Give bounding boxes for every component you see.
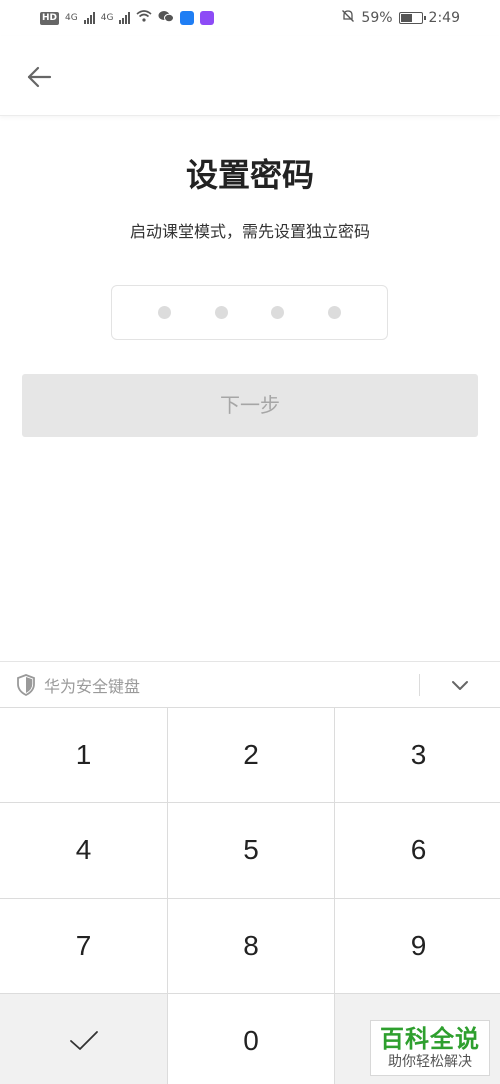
status-bar-left: HD 4G 4G: [40, 10, 215, 27]
toolbar-divider: [419, 674, 420, 696]
pin-dot: [157, 306, 171, 319]
back-button[interactable]: [20, 58, 58, 96]
battery-percent: 59%: [361, 10, 393, 26]
keyboard-toolbar: 华为安全键盘: [0, 661, 500, 707]
bell-off-icon: [341, 9, 355, 27]
key-6[interactable]: 6: [335, 803, 500, 898]
signal-icon: [83, 12, 95, 24]
chevron-down-icon: [452, 680, 468, 690]
keyboard-collapse-button[interactable]: [440, 670, 480, 700]
key-0[interactable]: 0: [168, 993, 334, 1084]
app-header: [0, 36, 500, 116]
key-5[interactable]: 5: [168, 803, 334, 898]
confirm-key[interactable]: [0, 993, 167, 1084]
pin-dot: [271, 306, 285, 319]
app-icon-purple: [200, 11, 215, 25]
wifi-icon: [136, 10, 152, 26]
watermark-subtitle: 助你轻松解决: [388, 1054, 472, 1070]
watermark-title: 百科全说: [380, 1025, 480, 1053]
key-2[interactable]: 2: [168, 708, 334, 803]
app-icon-blue: [180, 11, 195, 25]
key-3[interactable]: 3: [335, 708, 500, 803]
status-bar-right: 59% 2:49: [341, 9, 460, 27]
network-type-1: 4G: [65, 13, 78, 23]
hd-badge: HD: [40, 11, 60, 25]
key-7[interactable]: 7: [0, 898, 167, 993]
network-type-2: 4G: [100, 13, 114, 23]
wechat-icon: [158, 10, 175, 27]
checkmark-icon: [69, 1030, 98, 1050]
key-1[interactable]: 1: [0, 708, 167, 803]
arrow-left-icon: [27, 66, 52, 88]
pin-dot: [214, 306, 228, 319]
shield-icon: [16, 673, 36, 696]
key-4[interactable]: 4: [0, 803, 167, 898]
key-8[interactable]: 8: [168, 898, 334, 993]
status-bar: HD 4G 4G 59% 2:49: [0, 0, 500, 36]
pin-input[interactable]: [111, 285, 388, 340]
pin-dot: [328, 306, 342, 319]
watermark-logo: 百科全说 助你轻松解决: [370, 1020, 490, 1076]
keyboard-title: 华为安全键盘: [44, 676, 141, 696]
clock: 2:49: [428, 10, 460, 26]
next-step-button[interactable]: 下一步: [22, 374, 478, 437]
signal-icon-2: [119, 12, 131, 24]
page-title: 设置密码: [185, 156, 314, 194]
battery-icon: [398, 12, 426, 24]
page-subtitle: 启动课堂模式，需先设置独立密码: [129, 222, 370, 241]
key-9[interactable]: 9: [335, 898, 500, 993]
